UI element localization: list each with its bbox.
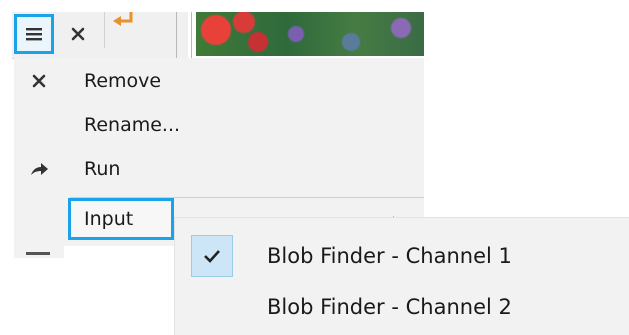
menu-item-label: Run	[84, 158, 121, 180]
hamburger-icon	[26, 28, 42, 41]
return-button[interactable]	[104, 12, 145, 48]
image-preview	[196, 12, 424, 56]
share-arrow-icon	[31, 163, 48, 175]
menu-item-remove[interactable]: Remove	[14, 60, 424, 102]
return-arrow-icon	[113, 12, 133, 26]
menu-item-run[interactable]: Run	[14, 148, 424, 190]
checkmark-icon	[204, 250, 220, 263]
submenu-item-channel-1[interactable]: Blob Finder - Channel 1	[175, 232, 629, 280]
close-icon	[32, 74, 46, 88]
close-button[interactable]	[58, 14, 98, 54]
menu-item-label: Rename...	[84, 114, 181, 136]
close-icon	[71, 27, 85, 41]
menu-button[interactable]	[14, 14, 54, 54]
menu-item-label: Remove	[84, 70, 162, 92]
menu-item-rename[interactable]: Rename...	[14, 104, 424, 146]
menu-gutter-mark	[26, 252, 50, 255]
menu-item-label: Input	[84, 208, 134, 230]
checkmark-box	[191, 235, 233, 277]
toolbar-divider	[176, 12, 192, 58]
submenu-item-channel-2[interactable]: Blob Finder - Channel 2	[175, 283, 629, 331]
submenu-item-label: Blob Finder - Channel 1	[267, 244, 512, 268]
submenu-item-label: Blob Finder - Channel 2	[267, 295, 512, 319]
